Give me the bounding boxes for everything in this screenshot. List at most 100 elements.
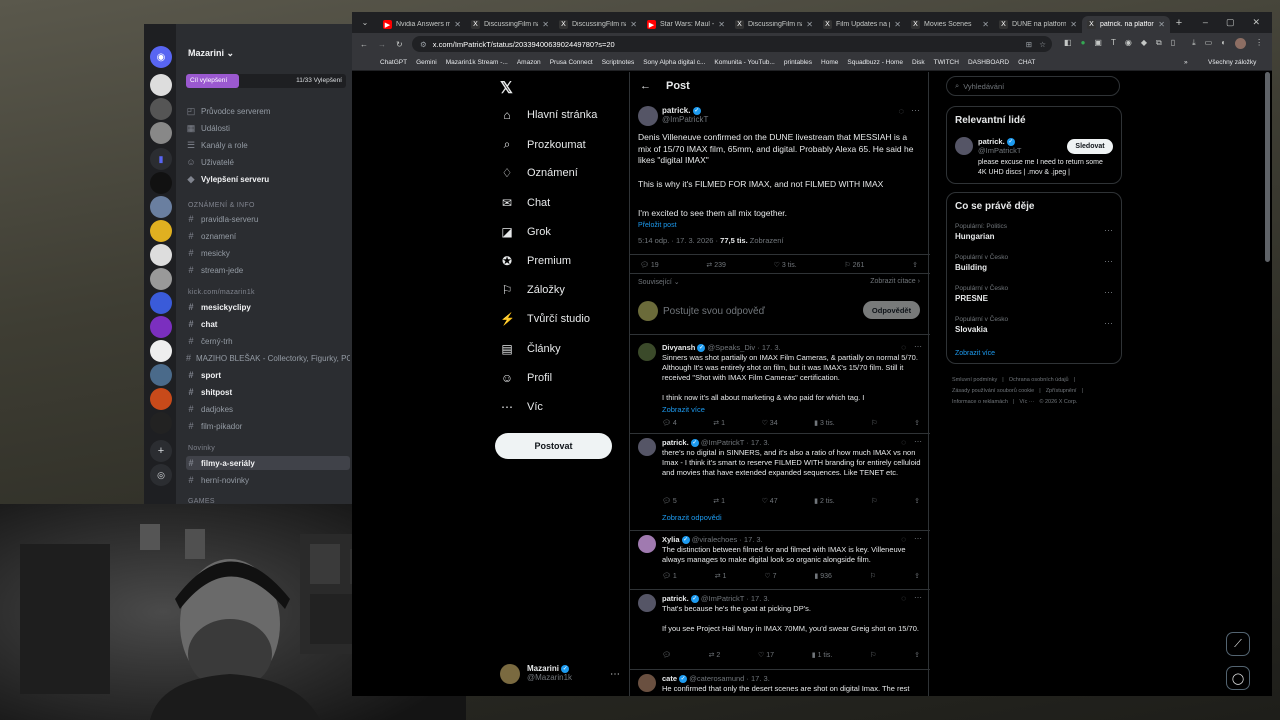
tab-close-icon[interactable]: ✕ xyxy=(454,20,461,29)
account-avatar[interactable] xyxy=(500,664,520,684)
follow-button[interactable]: Sledovat xyxy=(1067,139,1113,154)
share-icon[interactable]: ⇪ xyxy=(914,497,920,505)
like-action[interactable]: ♡ 3 tis. xyxy=(774,261,797,269)
server-icon[interactable] xyxy=(150,244,172,266)
trend-item[interactable]: Populární v Česko Building xyxy=(955,254,1008,272)
footer-link[interactable]: Smluvní podmínky xyxy=(952,376,997,385)
channel-item[interactable]: # sport xyxy=(186,368,350,382)
server-icon[interactable] xyxy=(150,220,172,242)
boost-goal-bar[interactable]: Cíl vylepšení 11/33 Vylepšení xyxy=(186,74,346,88)
footer-link[interactable]: Informace o reklamách xyxy=(952,398,1008,407)
server-menu-item[interactable]: ◆ Vylepšení serveru xyxy=(186,172,350,186)
channel-item[interactable]: # herní-novinky xyxy=(186,473,350,487)
trend-more-icon[interactable]: ⋯ xyxy=(1104,287,1113,298)
reply-author[interactable]: patrick. xyxy=(662,594,689,603)
address-bar[interactable]: ⚙ x.com/ImPatrickT/status/20339400639024… xyxy=(412,36,1052,52)
footer-link[interactable]: Víc ··· xyxy=(1019,398,1034,407)
repost-action[interactable]: ⇄ 2 xyxy=(709,651,721,659)
channel-item[interactable]: # černý-trh xyxy=(186,334,350,348)
reply-avatar[interactable] xyxy=(638,343,656,361)
channel-item[interactable]: # stream-jede xyxy=(186,263,350,277)
reply-action[interactable]: 💬︎ 19 xyxy=(640,261,659,269)
reply-item[interactable]: patrick. ✓ @ImPatrickT · 17. 3. ◌ ⋯ there's… xyxy=(630,434,930,531)
nav-item[interactable]: ⌂ Hlavní stránka xyxy=(500,108,597,122)
nav-item[interactable]: ⋯ Víc xyxy=(500,400,543,414)
trend-more-icon[interactable]: ⋯ xyxy=(1104,225,1113,236)
server-menu-item[interactable]: ☰ Kanály a role xyxy=(186,138,350,152)
site-info-icon[interactable]: ⚙ xyxy=(420,40,427,49)
extension-icon[interactable]: ◧ xyxy=(1064,38,1072,49)
url-text[interactable]: x.com/ImPatrickT/status/2033940063902449… xyxy=(433,40,615,49)
reply-more-icon[interactable]: ⋯ xyxy=(914,593,922,602)
browser-tab[interactable]: X Film Updates na pl ✕ xyxy=(818,16,906,33)
server-icon[interactable] xyxy=(150,74,172,96)
author-name[interactable]: patrick. xyxy=(662,106,690,115)
cast-icon[interactable]: ▭ xyxy=(1205,38,1213,49)
share-icon[interactable]: ⇪ xyxy=(914,419,920,427)
channel-item[interactable]: # MAZIHO BLEŠAK - Collectorky, Figurky, P… xyxy=(186,351,350,365)
bookmark-icon[interactable]: ⚐ xyxy=(870,572,876,580)
server-icon[interactable] xyxy=(150,98,172,120)
extension-icon[interactable]: ▣ xyxy=(1094,38,1102,49)
tab-close-icon[interactable]: ✕ xyxy=(894,20,901,29)
minimize-button[interactable]: – xyxy=(1203,17,1208,28)
trend-more-icon[interactable]: ⋯ xyxy=(1104,318,1113,329)
channel-category[interactable]: kick.com/mazarin1k xyxy=(188,289,255,296)
channel-item[interactable]: # film-pikador xyxy=(186,419,350,433)
reply-avatar[interactable] xyxy=(638,438,656,456)
bookmark-item[interactable]: Sony Alpha digital c... xyxy=(643,59,705,66)
server-icon[interactable] xyxy=(150,412,172,434)
server-name[interactable]: Mazarini ⌄ xyxy=(188,48,234,59)
add-server-icon[interactable]: + xyxy=(150,440,172,462)
footer-link[interactable]: © 2026 X Corp. xyxy=(1039,398,1077,407)
server-icon[interactable] xyxy=(150,340,172,362)
rel-name[interactable]: patrick. xyxy=(978,137,1005,146)
reply-avatar[interactable] xyxy=(638,674,656,692)
extension-icon[interactable]: ◆ xyxy=(1141,38,1147,49)
bookmark-item[interactable]: Disk xyxy=(912,59,925,66)
bookmark-action[interactable]: ⚐ 261 xyxy=(844,261,864,269)
reply-author[interactable]: cate xyxy=(662,674,677,683)
tab-close-icon[interactable]: ✕ xyxy=(718,20,725,29)
footer-link[interactable]: Ochrana osobních údajů xyxy=(1009,376,1069,385)
back-icon[interactable]: ← xyxy=(360,40,368,49)
nav-item[interactable]: ☺ Profil xyxy=(500,371,552,385)
bookmark-item[interactable]: Prusa Connect xyxy=(550,59,593,66)
more-icon[interactable]: ⋯ xyxy=(610,669,620,680)
post-more-icon[interactable]: ⋯ xyxy=(911,105,920,116)
channel-item[interactable]: # shitpost xyxy=(186,385,350,399)
account-switcher[interactable]: Mazarini ✓ @Mazarin1k xyxy=(527,664,572,682)
repost-action[interactable]: ⇄ 1 xyxy=(715,572,727,580)
grok-fab-icon[interactable]: ⟋ xyxy=(1226,632,1250,656)
reply-input[interactable]: Postujte svou odpověď xyxy=(663,306,765,317)
grok-icon[interactable]: ◌ xyxy=(901,438,906,447)
x-logo-icon[interactable]: 𝕏 xyxy=(500,78,513,98)
tab-close-icon[interactable]: ✕ xyxy=(542,20,549,29)
like-action[interactable]: ♡ 7 xyxy=(764,572,776,580)
profile-avatar[interactable] xyxy=(1235,38,1247,49)
nav-item[interactable]: ⚐ Záložky xyxy=(500,283,565,297)
share-icon[interactable]: ⇪ xyxy=(914,572,920,580)
tab-close-icon[interactable]: ✕ xyxy=(1070,20,1077,29)
grok-icon[interactable]: ◌ xyxy=(901,535,906,544)
like-action[interactable]: ♡ 34 xyxy=(762,419,778,427)
nav-item[interactable]: ◪ Grok xyxy=(500,225,551,239)
like-action[interactable]: ♡ 17 xyxy=(758,651,774,659)
bookmark-item[interactable]: TWITCH xyxy=(934,59,959,66)
reply-handle[interactable]: @ImPatrickT · 17. 3. xyxy=(701,594,770,603)
views-action[interactable]: ▮ 3 tis. xyxy=(814,419,835,427)
bookmark-item[interactable]: Home xyxy=(821,59,838,66)
reply-action[interactable]: 💬︎ 4 xyxy=(662,419,677,427)
channel-item[interactable]: # dadjokes xyxy=(186,402,350,416)
bookmark-item[interactable]: Scriptnotes xyxy=(602,59,635,66)
rel-avatar[interactable] xyxy=(955,137,973,155)
bookmark-item[interactable]: CHAT xyxy=(1018,59,1035,66)
channel-category[interactable]: Novinky xyxy=(188,445,215,452)
show-more-link[interactable]: Zobrazit více xyxy=(662,405,705,414)
reload-icon[interactable]: ↻ xyxy=(396,40,403,49)
reply-handle[interactable]: @viralechoes · 17. 3. xyxy=(692,535,763,544)
reply-more-icon[interactable]: ⋯ xyxy=(914,534,922,543)
server-menu-item[interactable]: ☺ Uživatelé xyxy=(186,155,350,169)
reply-avatar[interactable] xyxy=(638,594,656,612)
browser-tab[interactable]: X DiscussingFilm na ✕ xyxy=(730,16,818,33)
